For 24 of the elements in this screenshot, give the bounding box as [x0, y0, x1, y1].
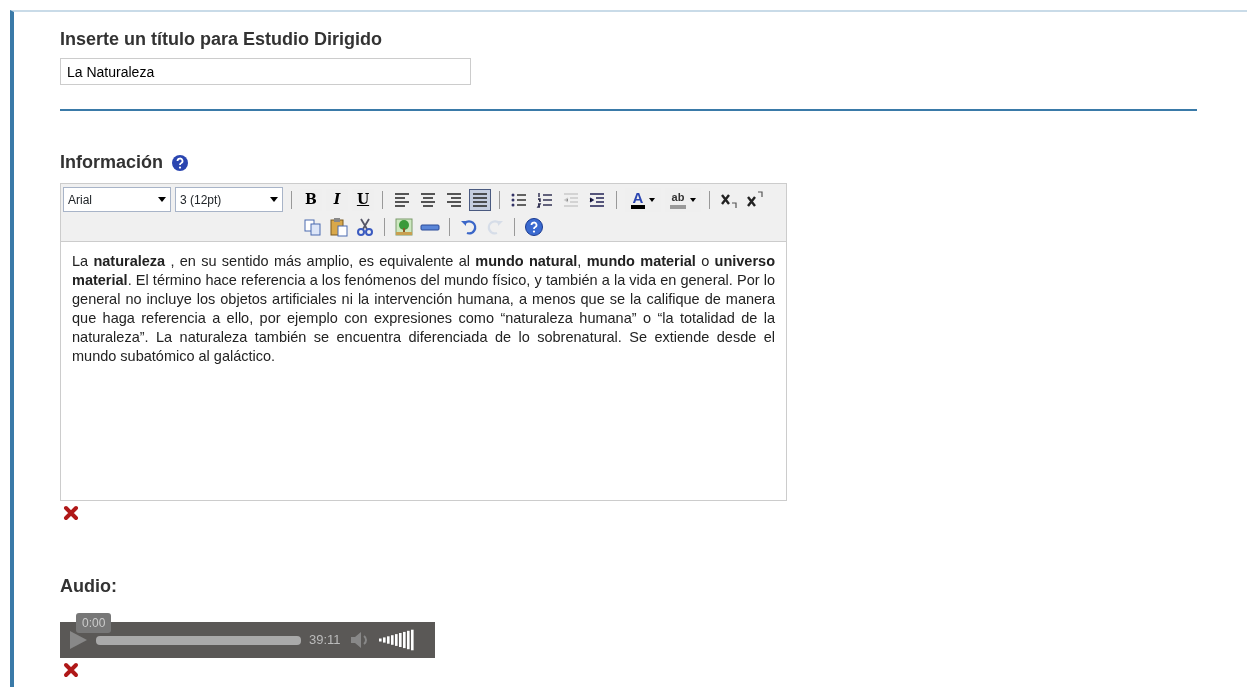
volume-bars[interactable] — [378, 629, 415, 651]
section-label: Información — [60, 151, 163, 174]
caret-icon — [270, 197, 278, 202]
caret-icon — [690, 197, 697, 202]
field-label: Inserte un título para Estudio Dirigido — [60, 28, 383, 51]
caret-icon — [649, 197, 656, 202]
undo-icon[interactable] — [459, 217, 479, 237]
delete-icon[interactable] — [63, 505, 79, 521]
paragraph: La naturaleza , en su sentido más amplio, es equivalente al mundo natural, mundo material o universo material. El término hace referencia a los fenómenos del mundo físico, y también a la vida en general. Por lo general no incluye los objetos artificiales ni la intervención humana, a menos que se la califique de manera que haga referencia a ello, por ejemplo con expresiones como “naturaleza humana” o “la totalidad de la naturaleza”. La naturaleza también se encuentra diferenciada de lo sobrenatural. Se extiende desde el mundo subatómico al galáctico. — [71, 252, 776, 366]
font-select[interactable]: 3 (12pt) — [175, 187, 283, 212]
delete-icon[interactable] — [63, 662, 79, 678]
clipboard-icon[interactable] — [329, 217, 349, 237]
section-label: Audio: — [60, 575, 118, 598]
caret-icon — [158, 197, 166, 202]
scissors-icon[interactable] — [355, 217, 375, 237]
copy-icon[interactable] — [303, 217, 323, 237]
help-icon[interactable] — [524, 217, 544, 237]
time-tooltip: 0:00 — [76, 613, 112, 633]
font-select[interactable]: Arial — [63, 187, 171, 212]
help-icon[interactable] — [171, 153, 189, 172]
tree-image-icon[interactable] — [394, 217, 414, 237]
progress-track[interactable] — [96, 635, 301, 645]
duration: 39:11 — [309, 631, 341, 650]
title-input[interactable]: La Naturaleza — [60, 58, 471, 85]
